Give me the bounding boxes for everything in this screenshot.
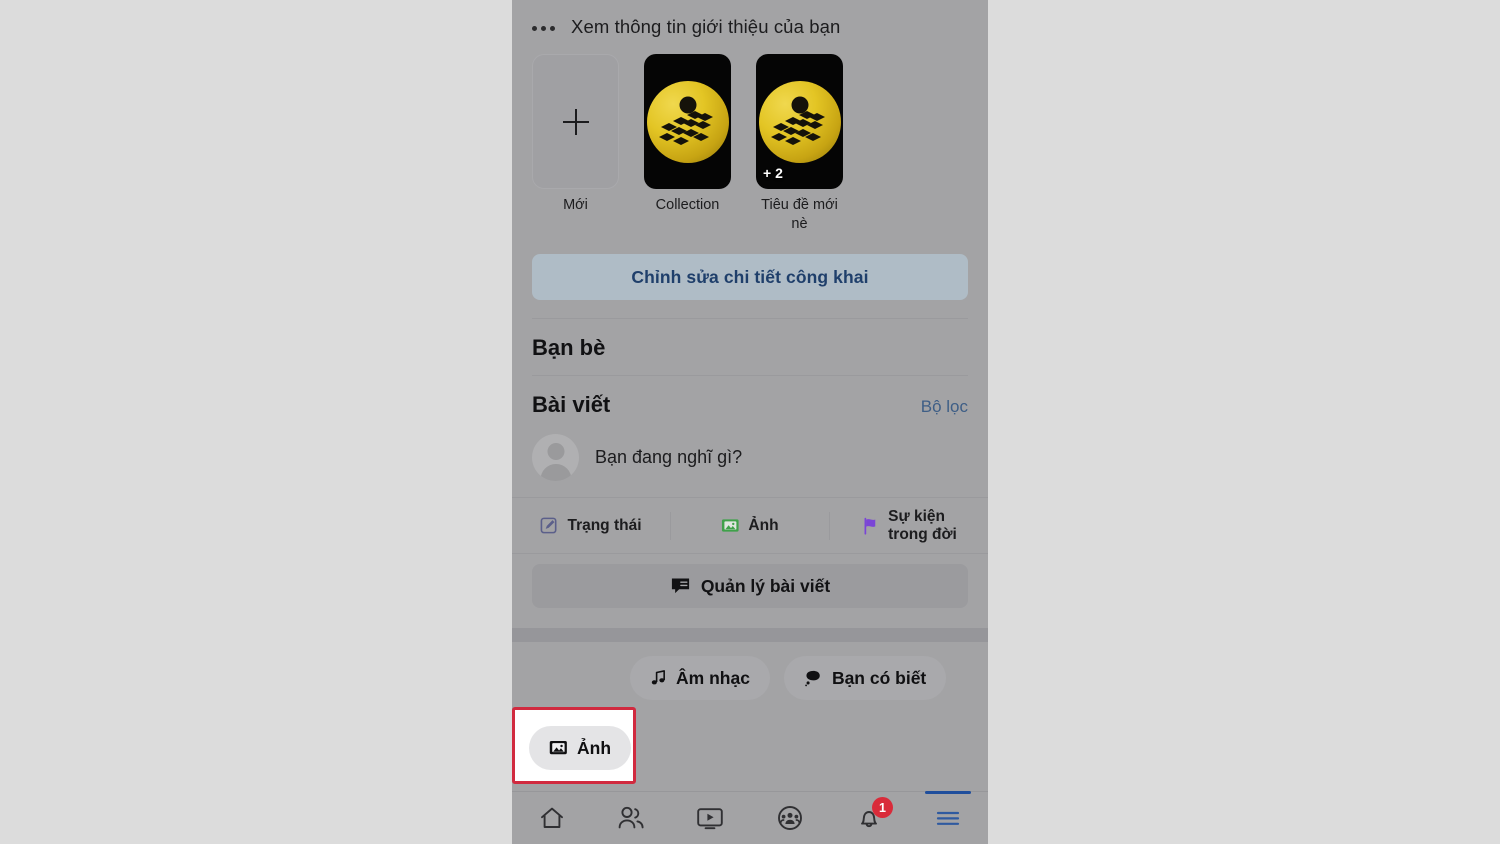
plus-icon: [562, 108, 589, 135]
composer-action-life-event[interactable]: Sự kiện trong đời: [830, 508, 988, 543]
manage-posts-wrap: Quản lý bài viết: [512, 554, 988, 609]
story-item-collection[interactable]: Collection: [644, 54, 731, 234]
friends-section-header: Bạn bè: [512, 319, 988, 375]
avatar: [532, 434, 579, 482]
story-card-thumbnail[interactable]: + 2: [756, 54, 843, 189]
posts-section-header: Bài viết Bộ lọc: [512, 376, 988, 432]
nav-item-friends[interactable]: [591, 792, 670, 844]
story-label: Tiêu đề mới nè: [761, 197, 838, 233]
nav-item-notifications[interactable]: 1: [829, 792, 908, 844]
screenshot-stage: Xem thông tin giới thiệu của bạn Mới Col…: [0, 0, 1500, 844]
story-card-thumbnail[interactable]: [644, 54, 731, 189]
friends-title: Bạn bè: [532, 335, 606, 361]
view-your-bio-row[interactable]: Xem thông tin giới thiệu của bạn: [512, 0, 988, 42]
chip-label: Bạn có biết: [831, 667, 927, 688]
composer-action-status[interactable]: Trạng thái: [512, 516, 670, 535]
nav-item-home[interactable]: [512, 792, 591, 844]
composer-placeholder: Bạn đang nghĩ gì?: [595, 447, 743, 468]
chip-music[interactable]: Âm nhạc: [630, 656, 770, 701]
edit-public-details-button[interactable]: Chỉnh sửa chi tiết công khai: [532, 254, 968, 301]
manage-posts-label: Quản lý bài viết: [700, 575, 831, 596]
ellipsis-icon: [532, 24, 555, 31]
chip-label: Âm nhạc: [676, 667, 750, 688]
composer-action-label-wrap: Sự kiện trong đời: [888, 508, 957, 543]
photo-icon: [722, 519, 739, 532]
notification-badge: 1: [871, 797, 893, 818]
composer-action-label-line1: Sự kiện: [888, 508, 946, 526]
stories-strip: Mới Collection + 2 Tiêu đề mới nè: [512, 42, 988, 238]
composer-action-photo[interactable]: Ảnh: [671, 516, 829, 535]
story-label: Mới: [563, 197, 588, 213]
composer-action-label: Ảnh: [748, 517, 779, 535]
view-your-bio-label: Xem thông tin giới thiệu của bạn: [571, 16, 841, 37]
hamburger-menu-icon: [937, 811, 960, 825]
status-edit-icon: [541, 517, 557, 534]
posts-filter-button[interactable]: Bộ lọc: [921, 397, 968, 417]
video-icon: [697, 808, 724, 830]
story-label: Collection: [655, 197, 720, 213]
create-story-card[interactable]: [532, 54, 619, 189]
chip-did-you-know[interactable]: Bạn có biết: [783, 656, 947, 701]
thought-bubble-icon: [805, 671, 820, 687]
avatar-thumbnail-icon: [646, 80, 729, 163]
story-item-new-title[interactable]: + 2 Tiêu đề mới nè: [756, 54, 843, 234]
manage-posts-icon: [671, 578, 689, 594]
friends-icon: [618, 806, 644, 829]
photo-icon: [549, 740, 567, 755]
nav-item-video[interactable]: [671, 792, 750, 844]
nav-item-menu[interactable]: [909, 792, 988, 844]
composer-actions-row: Trạng thái Ảnh Sự kiện trong đời: [512, 498, 988, 553]
nav-item-groups[interactable]: [750, 792, 829, 844]
section-band: [512, 628, 988, 643]
manage-posts-button[interactable]: Quản lý bài viết: [532, 564, 968, 609]
edit-public-details-wrap: Chỉnh sửa chi tiết công khai: [512, 238, 988, 301]
story-count-badge: + 2: [763, 165, 783, 181]
home-icon: [540, 807, 563, 828]
music-note-icon: [651, 670, 666, 685]
chip-label: Ảnh: [577, 737, 612, 758]
chip-photo[interactable]: Ảnh: [529, 726, 632, 770]
posts-title: Bài viết: [532, 392, 611, 418]
flag-icon: [864, 517, 876, 535]
groups-icon: [777, 806, 802, 830]
avatar-thumbnail-icon: [758, 80, 841, 163]
highlight-annotation-box: Ảnh: [512, 707, 636, 784]
bottom-nav: 1: [512, 791, 988, 844]
post-composer[interactable]: Bạn đang nghĩ gì?: [512, 432, 988, 497]
composer-action-label-line2: trong đời: [888, 525, 957, 543]
composer-action-label: Trạng thái: [567, 517, 642, 535]
story-item-create[interactable]: Mới: [532, 54, 619, 234]
suggestion-chip-tray: Ảnh Âm nhạc Bạn có biết: [512, 642, 988, 713]
